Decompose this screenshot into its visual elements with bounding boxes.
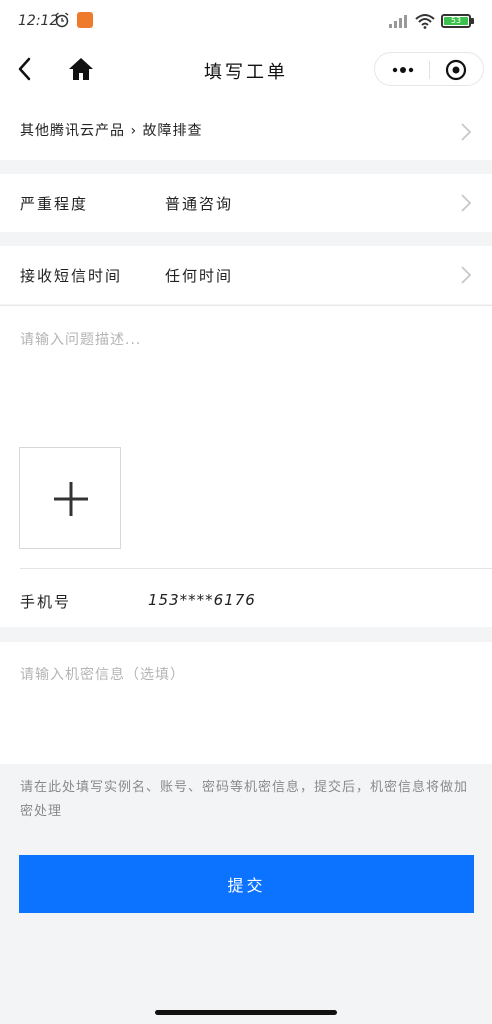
- secret-info-textarea[interactable]: 请输入机密信息（选填）: [20, 664, 185, 684]
- chevron-right-icon: [461, 266, 472, 284]
- severity-value: 普通咨询: [165, 195, 234, 213]
- status-time: 12:12: [18, 13, 59, 29]
- chevron-right-icon: [461, 123, 472, 141]
- phone-label: 手机号: [20, 593, 72, 611]
- description-textarea[interactable]: 请输入问题描述...: [20, 329, 141, 349]
- work-order-page: 12:12 53 填写工单 其他腾讯云产品 › 故障排查 严重程度 普通咨询 接…: [0, 0, 492, 1024]
- product-category-row[interactable]: 其他腾讯云产品 › 故障排查: [0, 100, 492, 160]
- add-image-button[interactable]: [19, 447, 121, 549]
- plus-icon: [54, 482, 88, 516]
- capsule-divider: [429, 61, 430, 79]
- submit-button[interactable]: 提交: [19, 855, 474, 913]
- nav-bar: 填写工单: [0, 44, 492, 100]
- more-dots-icon[interactable]: [389, 63, 417, 77]
- divider: [0, 305, 492, 306]
- phone-value[interactable]: 153****6176: [148, 591, 256, 609]
- battery-level: 53: [444, 17, 468, 25]
- alarm-icon: [55, 12, 69, 28]
- secret-info-section: 请输入机密信息（选填）: [0, 642, 492, 764]
- battery-tip: [471, 18, 474, 24]
- severity-row[interactable]: 严重程度 普通咨询: [0, 174, 492, 232]
- sms-time-row[interactable]: 接收短信时间 任何时间: [0, 246, 492, 304]
- description-section: 请输入问题描述... 手机号 153****6176: [0, 305, 492, 627]
- battery-icon: 53: [441, 14, 471, 28]
- app-notification-icon: [77, 12, 93, 28]
- sms-time-label: 接收短信时间: [20, 267, 123, 285]
- chevron-right-icon: [461, 194, 472, 212]
- signal-icon: [389, 15, 407, 28]
- severity-label: 严重程度: [20, 195, 89, 213]
- wifi-icon: [415, 14, 435, 29]
- close-mini-program-icon[interactable]: [445, 59, 467, 81]
- product-path: 其他腾讯云产品 › 故障排查: [20, 123, 203, 139]
- divider: [20, 568, 492, 569]
- status-bar: 12:12 53: [0, 0, 492, 44]
- secret-info-hint: 请在此处填写实例名、账号、密码等机密信息，提交后，机密信息将做加密处理: [20, 780, 469, 819]
- mini-program-capsule: [374, 52, 484, 86]
- sms-time-value: 任何时间: [165, 267, 234, 285]
- home-indicator: [155, 1010, 337, 1015]
